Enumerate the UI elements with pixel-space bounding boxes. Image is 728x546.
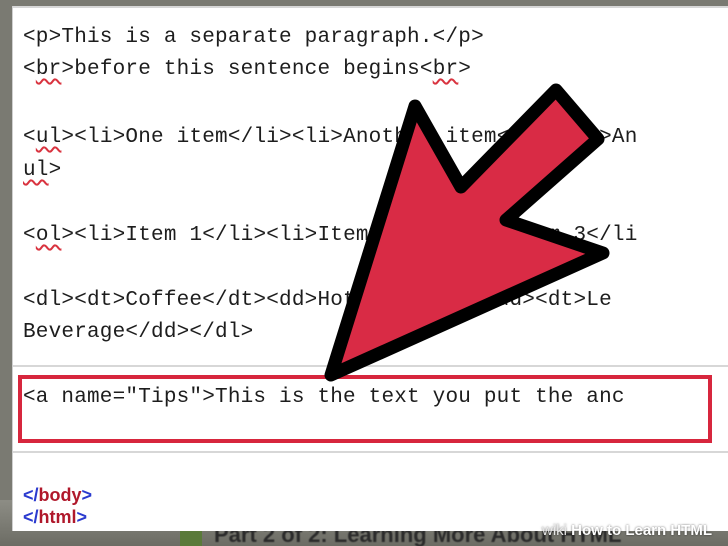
arrow-icon [324, 83, 610, 382]
watermark: wiki How to Learn HTML [542, 522, 712, 539]
screenshot-stage: Part 2 of 2: Learning More About HTML <p… [0, 0, 728, 546]
